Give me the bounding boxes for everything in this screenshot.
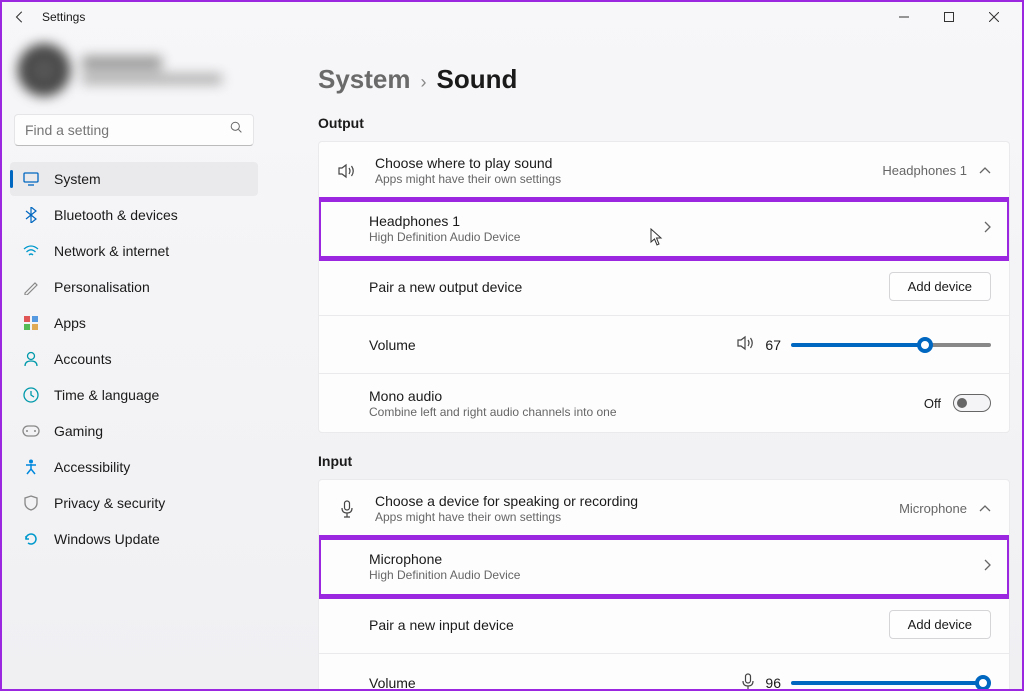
sidebar-item-apps[interactable]: Apps — [10, 306, 258, 340]
add-input-device-button[interactable]: Add device — [889, 610, 991, 639]
apps-icon — [22, 314, 40, 332]
user-profile[interactable] — [10, 40, 258, 114]
sidebar-item-label: Personalisation — [54, 279, 150, 295]
row-title: Microphone — [369, 551, 983, 567]
output-device-row[interactable]: Headphones 1High Definition Audio Device — [319, 200, 1009, 258]
minimize-button[interactable] — [881, 3, 926, 31]
row-subtitle: High Definition Audio Device — [369, 230, 983, 244]
sidebar-item-bluetooth[interactable]: Bluetooth & devices — [10, 198, 258, 232]
main-content: System › Sound Output Choose where to pl… — [262, 32, 1022, 689]
accounts-icon — [22, 350, 40, 368]
sidebar: System Bluetooth & devices Network & int… — [2, 32, 262, 689]
search-field[interactable] — [25, 122, 230, 138]
row-title: Mono audio — [369, 388, 924, 404]
chevron-up-icon — [979, 163, 991, 178]
sidebar-item-label: Network & internet — [54, 243, 169, 259]
microphone-icon[interactable] — [741, 673, 755, 690]
row-title: Headphones 1 — [369, 213, 983, 229]
titlebar: Settings — [2, 2, 1022, 32]
row-subtitle: Apps might have their own settings — [375, 172, 882, 186]
sidebar-item-accessibility[interactable]: Accessibility — [10, 450, 258, 484]
sidebar-item-label: Windows Update — [54, 531, 160, 547]
mono-audio-row: Mono audioCombine left and right audio c… — [319, 374, 1009, 432]
sidebar-item-label: Apps — [54, 315, 86, 331]
sidebar-item-label: Accounts — [54, 351, 112, 367]
mono-audio-toggle[interactable] — [953, 394, 991, 412]
row-title: Choose a device for speaking or recordin… — [375, 493, 899, 509]
gaming-icon — [22, 422, 40, 440]
input-volume-value: 96 — [765, 675, 781, 689]
row-title: Pair a new input device — [369, 617, 889, 633]
back-button[interactable] — [12, 9, 28, 25]
output-pair-row: Pair a new output device Add device — [319, 258, 1009, 316]
sidebar-item-label: Gaming — [54, 423, 103, 439]
chevron-up-icon — [979, 501, 991, 516]
sidebar-item-gaming[interactable]: Gaming — [10, 414, 258, 448]
speaker-icon[interactable] — [737, 335, 755, 354]
update-icon — [22, 530, 40, 548]
close-button[interactable] — [971, 3, 1016, 31]
row-title: Volume — [369, 337, 737, 353]
toggle-state: Off — [924, 396, 941, 411]
sidebar-item-network[interactable]: Network & internet — [10, 234, 258, 268]
window-title: Settings — [42, 10, 85, 24]
output-choose-row[interactable]: Choose where to play soundApps might hav… — [319, 142, 1009, 200]
sidebar-item-time[interactable]: Time & language — [10, 378, 258, 412]
sidebar-item-label: Time & language — [54, 387, 159, 403]
network-icon — [22, 242, 40, 260]
row-title: Pair a new output device — [369, 279, 889, 295]
sidebar-item-personalisation[interactable]: Personalisation — [10, 270, 258, 304]
bluetooth-icon — [22, 206, 40, 224]
input-volume-slider[interactable] — [791, 681, 991, 685]
time-icon — [22, 386, 40, 404]
input-pair-row: Pair a new input device Add device — [319, 596, 1009, 654]
row-title: Choose where to play sound — [375, 155, 882, 171]
input-device-row[interactable]: MicrophoneHigh Definition Audio Device — [319, 538, 1009, 596]
search-icon — [230, 121, 243, 139]
row-title: Volume — [369, 675, 741, 689]
input-volume-row: Volume 96 — [319, 654, 1009, 689]
maximize-button[interactable] — [926, 3, 971, 31]
sidebar-item-accounts[interactable]: Accounts — [10, 342, 258, 376]
chevron-right-icon: › — [421, 72, 427, 93]
output-volume-row: Volume 67 — [319, 316, 1009, 374]
input-device-value: Microphone — [899, 501, 967, 516]
shield-icon — [22, 494, 40, 512]
row-subtitle: High Definition Audio Device — [369, 568, 983, 582]
output-volume-value: 67 — [765, 337, 781, 353]
system-icon — [22, 170, 40, 188]
row-subtitle: Apps might have their own settings — [375, 510, 899, 524]
add-output-device-button[interactable]: Add device — [889, 272, 991, 301]
chevron-right-icon — [983, 221, 991, 236]
chevron-right-icon — [983, 559, 991, 574]
section-output: Output — [318, 115, 1010, 131]
microphone-icon — [337, 500, 357, 518]
sidebar-item-label: System — [54, 171, 101, 187]
sidebar-item-label: Bluetooth & devices — [54, 207, 178, 223]
row-subtitle: Combine left and right audio channels in… — [369, 405, 924, 419]
sidebar-item-system[interactable]: System — [10, 162, 258, 196]
breadcrumb: System › Sound — [318, 64, 1010, 95]
breadcrumb-parent[interactable]: System — [318, 64, 411, 95]
input-choose-row[interactable]: Choose a device for speaking or recordin… — [319, 480, 1009, 538]
sidebar-item-label: Privacy & security — [54, 495, 165, 511]
sidebar-item-privacy[interactable]: Privacy & security — [10, 486, 258, 520]
accessibility-icon — [22, 458, 40, 476]
output-device-value: Headphones 1 — [882, 163, 967, 178]
breadcrumb-current: Sound — [437, 64, 518, 95]
speaker-icon — [337, 163, 357, 179]
search-input[interactable] — [14, 114, 254, 146]
personalisation-icon — [22, 278, 40, 296]
sidebar-item-update[interactable]: Windows Update — [10, 522, 258, 556]
sidebar-item-label: Accessibility — [54, 459, 130, 475]
section-input: Input — [318, 453, 1010, 469]
output-volume-slider[interactable] — [791, 343, 991, 347]
avatar — [18, 44, 70, 96]
